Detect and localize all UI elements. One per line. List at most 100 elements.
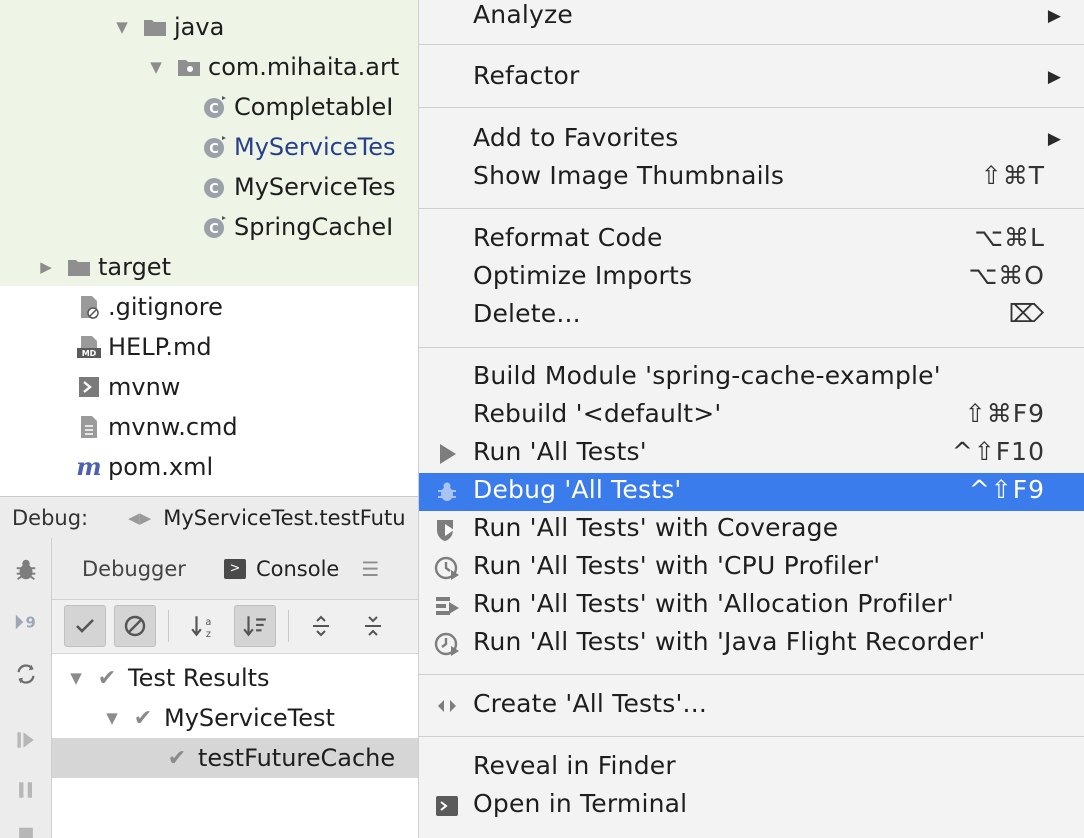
allocation-profiler-icon	[433, 592, 461, 620]
menu-item-analyze[interactable]: Analyze ▶	[419, 0, 1084, 36]
collapse-arrow-icon[interactable]: ▶	[36, 258, 56, 276]
menu-item-add-to-favorites[interactable]: Add to Favorites ▶	[419, 121, 1084, 159]
menu-item-refactor[interactable]: Refactor ▶	[419, 59, 1084, 97]
project-tree: ▼ java ▼ com.mihaita.art C CompletableI …	[0, 0, 420, 488]
coverage-icon	[433, 516, 461, 544]
run-icon	[433, 440, 461, 468]
tree-item-pom[interactable]: m pom.xml	[0, 448, 420, 486]
tree-item-class[interactable]: C SpringCacheI	[0, 208, 420, 246]
menu-item-label: Run 'All Tests' with 'CPU Profiler'	[473, 551, 881, 580]
menu-item-debug-all-tests[interactable]: Debug 'All Tests' ^⇧F9	[419, 473, 1084, 511]
tree-item-class[interactable]: C MyServiceTes	[0, 168, 420, 206]
expand-arrow-icon[interactable]: ▼	[146, 58, 166, 76]
expand-arrow-icon[interactable]: ▼	[66, 669, 86, 687]
menu-item-show-image-thumbnails[interactable]: Show Image Thumbnails ⇧⌘T	[419, 159, 1084, 197]
menu-item-run-with-allocation-profiler[interactable]: Run 'All Tests' with 'Allocation Profile…	[419, 587, 1084, 625]
tree-item-mvnw[interactable]: mvnw	[0, 368, 420, 406]
tree-item-label: mvnw.cmd	[108, 413, 238, 441]
toolbar-separator	[168, 610, 169, 642]
tree-item-label: pom.xml	[108, 453, 214, 481]
rerun-failed-icon[interactable]: 9	[12, 608, 40, 636]
test-results-root[interactable]: ▼ ✔ Test Results	[52, 658, 420, 698]
menu-item-shortcut: ^⇧F9	[968, 475, 1045, 504]
menu-item-create-all-tests[interactable]: Create 'All Tests'...	[419, 687, 1084, 725]
menu-item-label: Show Image Thumbnails	[473, 161, 785, 190]
tree-item-label: MyServiceTes	[234, 133, 396, 161]
expand-all-icon[interactable]	[300, 605, 342, 647]
menu-item-label: Add to Favorites	[473, 123, 679, 152]
context-menu: Analyze ▶ Refactor ▶ Add to Favorites ▶ …	[418, 0, 1084, 838]
session-switch-icon[interactable]: ◀▶	[128, 509, 151, 527]
menu-item-run-with-flight-recorder[interactable]: Run 'All Tests' with 'Java Flight Record…	[419, 625, 1084, 663]
tree-item-help-md[interactable]: MD HELP.md	[0, 328, 420, 366]
tree-item-package[interactable]: ▼ com.mihaita.art	[0, 48, 420, 86]
menu-item-optimize-imports[interactable]: Optimize Imports ⌥⌘O	[419, 259, 1084, 297]
tree-item-label: java	[174, 13, 225, 41]
debug-session-tab[interactable]: MyServiceTest.testFutu	[163, 506, 405, 530]
svg-text:C: C	[209, 102, 219, 117]
test-suite-row[interactable]: ▼ ✔ MyServiceTest	[52, 698, 420, 738]
debug-tabs: Debugger > Console ☰	[52, 538, 420, 600]
svg-text:9: 9	[25, 614, 35, 632]
debug-label: Debug:	[12, 505, 89, 530]
sort-by-duration-icon[interactable]	[234, 605, 276, 647]
menu-item-shortcut: ⌥⌘L	[974, 223, 1045, 252]
expand-arrow-icon[interactable]: ▼	[112, 18, 132, 36]
menu-item-reveal-in-finder[interactable]: Reveal in Finder	[419, 749, 1084, 787]
menu-item-delete[interactable]: Delete... ⌦	[419, 297, 1084, 335]
menu-separator	[419, 44, 1084, 45]
tab-debugger[interactable]: Debugger	[82, 557, 186, 581]
tree-item-label: mvnw	[108, 373, 181, 401]
check-icon: ✔	[97, 665, 117, 691]
tree-item-class[interactable]: C MyServiceTes	[0, 128, 420, 166]
create-config-icon	[433, 692, 461, 720]
menu-separator	[419, 736, 1084, 737]
tab-console[interactable]: > Console	[223, 557, 339, 581]
menu-item-label: Run 'All Tests'	[473, 437, 647, 466]
menu-item-run-with-cpu-profiler[interactable]: Run 'All Tests' with 'CPU Profiler'	[419, 549, 1084, 587]
test-class-icon: C	[202, 94, 228, 120]
pause-icon[interactable]	[12, 776, 40, 804]
folder-icon	[66, 254, 92, 280]
toolbar-separator	[288, 610, 289, 642]
show-ignored-icon[interactable]	[114, 605, 156, 647]
menu-item-label: Optimize Imports	[473, 261, 693, 290]
menu-item-run-all-tests[interactable]: Run 'All Tests' ^⇧F10	[419, 435, 1084, 473]
expand-arrow-icon[interactable]: ▼	[102, 709, 122, 727]
menu-separator	[419, 347, 1084, 348]
sort-alphabetically-icon[interactable]: az	[182, 605, 224, 647]
check-icon: ✔	[133, 705, 153, 731]
menu-lines-icon[interactable]: ☰	[361, 557, 379, 581]
menu-item-label: Build Module 'spring-cache-example'	[473, 361, 941, 390]
menu-item-rebuild[interactable]: Rebuild '<default>' ⇧⌘F9	[419, 397, 1084, 435]
ignored-file-icon	[76, 294, 102, 320]
tree-item-label: target	[98, 253, 171, 281]
restore-layout-icon[interactable]	[12, 660, 40, 688]
tree-item-label: MyServiceTes	[234, 173, 396, 201]
tree-item-java[interactable]: ▼ java	[0, 8, 420, 46]
collapse-all-icon[interactable]	[352, 605, 394, 647]
tree-item-label: .gitignore	[108, 293, 223, 321]
tree-item-class[interactable]: C CompletableI	[0, 88, 420, 126]
resume-icon[interactable]	[12, 726, 40, 754]
stop-icon[interactable]	[12, 824, 40, 838]
tree-item-gitignore[interactable]: .gitignore	[0, 288, 420, 326]
test-case-label: testFutureCache	[198, 744, 396, 772]
text-file-icon	[76, 414, 102, 440]
menu-item-run-with-coverage[interactable]: Run 'All Tests' with Coverage	[419, 511, 1084, 549]
svg-text:m: m	[76, 454, 101, 480]
tree-item-mvnw-cmd[interactable]: mvnw.cmd	[0, 408, 420, 446]
terminal-icon	[433, 792, 461, 820]
menu-item-build-module[interactable]: Build Module 'spring-cache-example'	[419, 359, 1084, 397]
menu-item-shortcut: ⌦	[1008, 299, 1045, 328]
menu-item-reformat-code[interactable]: Reformat Code ⌥⌘L	[419, 221, 1084, 259]
menu-item-open-in-terminal[interactable]: Open in Terminal	[419, 787, 1084, 825]
svg-text:C: C	[209, 222, 219, 237]
bug-icon[interactable]	[12, 556, 40, 584]
tree-item-target[interactable]: ▶ target	[0, 248, 420, 286]
menu-item-label: Reveal in Finder	[473, 751, 676, 780]
test-results-toolbar: az	[52, 600, 420, 654]
show-passed-icon[interactable]	[64, 605, 106, 647]
menu-item-label: Run 'All Tests' with 'Java Flight Record…	[473, 627, 986, 656]
test-case-row[interactable]: ✔ testFutureCache	[52, 738, 420, 778]
